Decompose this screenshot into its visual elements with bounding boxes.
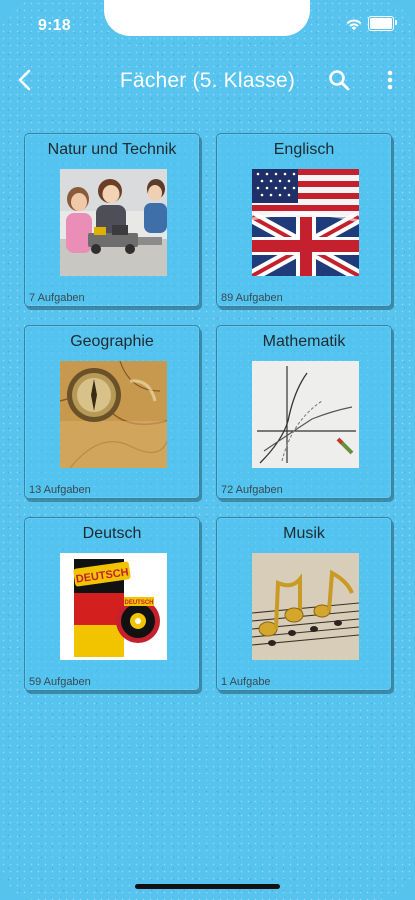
subject-title: Musik <box>283 525 325 542</box>
subject-title: Natur und Technik <box>47 141 177 158</box>
wifi-icon <box>346 19 362 31</box>
subject-card-musik[interactable]: Musik 1 Aufgabe <box>216 517 392 691</box>
app-bar: Fächer (5. Klasse) <box>0 55 415 107</box>
subject-card-mathematik[interactable]: Mathematik 72 Aufgaben <box>216 325 392 499</box>
subject-task-count: 1 Aufgabe <box>221 676 271 688</box>
subject-title: Englisch <box>273 141 335 158</box>
subject-card-natur-und-technik[interactable]: Natur und Technik 7 Aufgaben <box>24 133 200 307</box>
subject-image-mathematik <box>252 361 359 468</box>
subject-card-deutsch[interactable]: Deutsch DEUTSCH DEUTSCH 59 Aufgaben <box>24 517 200 691</box>
status-time: 9:18 <box>38 17 71 34</box>
subject-image-geographie <box>60 361 167 468</box>
subject-image-musik <box>252 553 359 660</box>
subject-image-deutsch: DEUTSCH DEUTSCH <box>60 553 167 660</box>
more-options-button[interactable] <box>376 65 404 95</box>
search-icon <box>329 70 350 91</box>
subject-image-natur-und-technik <box>60 169 167 276</box>
subject-task-count: 89 Aufgaben <box>221 292 283 304</box>
subject-title: Deutsch <box>82 525 142 542</box>
subject-task-count: 59 Aufgaben <box>29 676 91 688</box>
notch <box>104 0 310 36</box>
subject-card-geographie[interactable]: Geographie 13 Aufgaben <box>24 325 200 499</box>
subject-title: Geographie <box>70 333 154 350</box>
cd-label: DEUTSCH <box>124 600 153 606</box>
subject-task-count: 13 Aufgaben <box>29 484 91 496</box>
battery-icon <box>368 16 397 31</box>
search-button[interactable] <box>324 65 354 95</box>
status-bar: 9:18 <box>0 0 415 52</box>
more-vertical-icon <box>387 70 393 90</box>
screen: 9:18 Fächer (5. Klasse) Natur und Techni… <box>0 0 415 900</box>
subject-card-englisch[interactable]: Englisch 89 Aufgaben <box>216 133 392 307</box>
home-indicator[interactable] <box>135 884 280 889</box>
subject-task-count: 72 Aufgaben <box>221 484 283 496</box>
subject-title: Mathematik <box>262 333 346 350</box>
subject-image-englisch <box>252 169 359 276</box>
subject-task-count: 7 Aufgaben <box>29 292 85 304</box>
